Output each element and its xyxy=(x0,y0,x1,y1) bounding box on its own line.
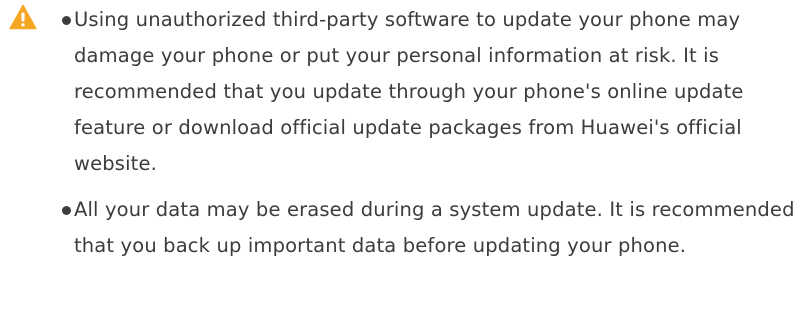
warning-list: Using unauthorized third-party software … xyxy=(58,2,803,264)
list-item: Using unauthorized third-party software … xyxy=(58,2,803,182)
list-item-text: Using unauthorized third-party software … xyxy=(74,8,744,175)
warning-notice: Using unauthorized third-party software … xyxy=(0,0,808,324)
list-item-text: All your data may be erased during a sys… xyxy=(74,198,795,257)
bullet-icon xyxy=(62,16,71,25)
warning-triangle-icon xyxy=(9,4,37,30)
list-item: All your data may be erased during a sys… xyxy=(58,192,803,264)
bullet-icon xyxy=(62,206,71,215)
